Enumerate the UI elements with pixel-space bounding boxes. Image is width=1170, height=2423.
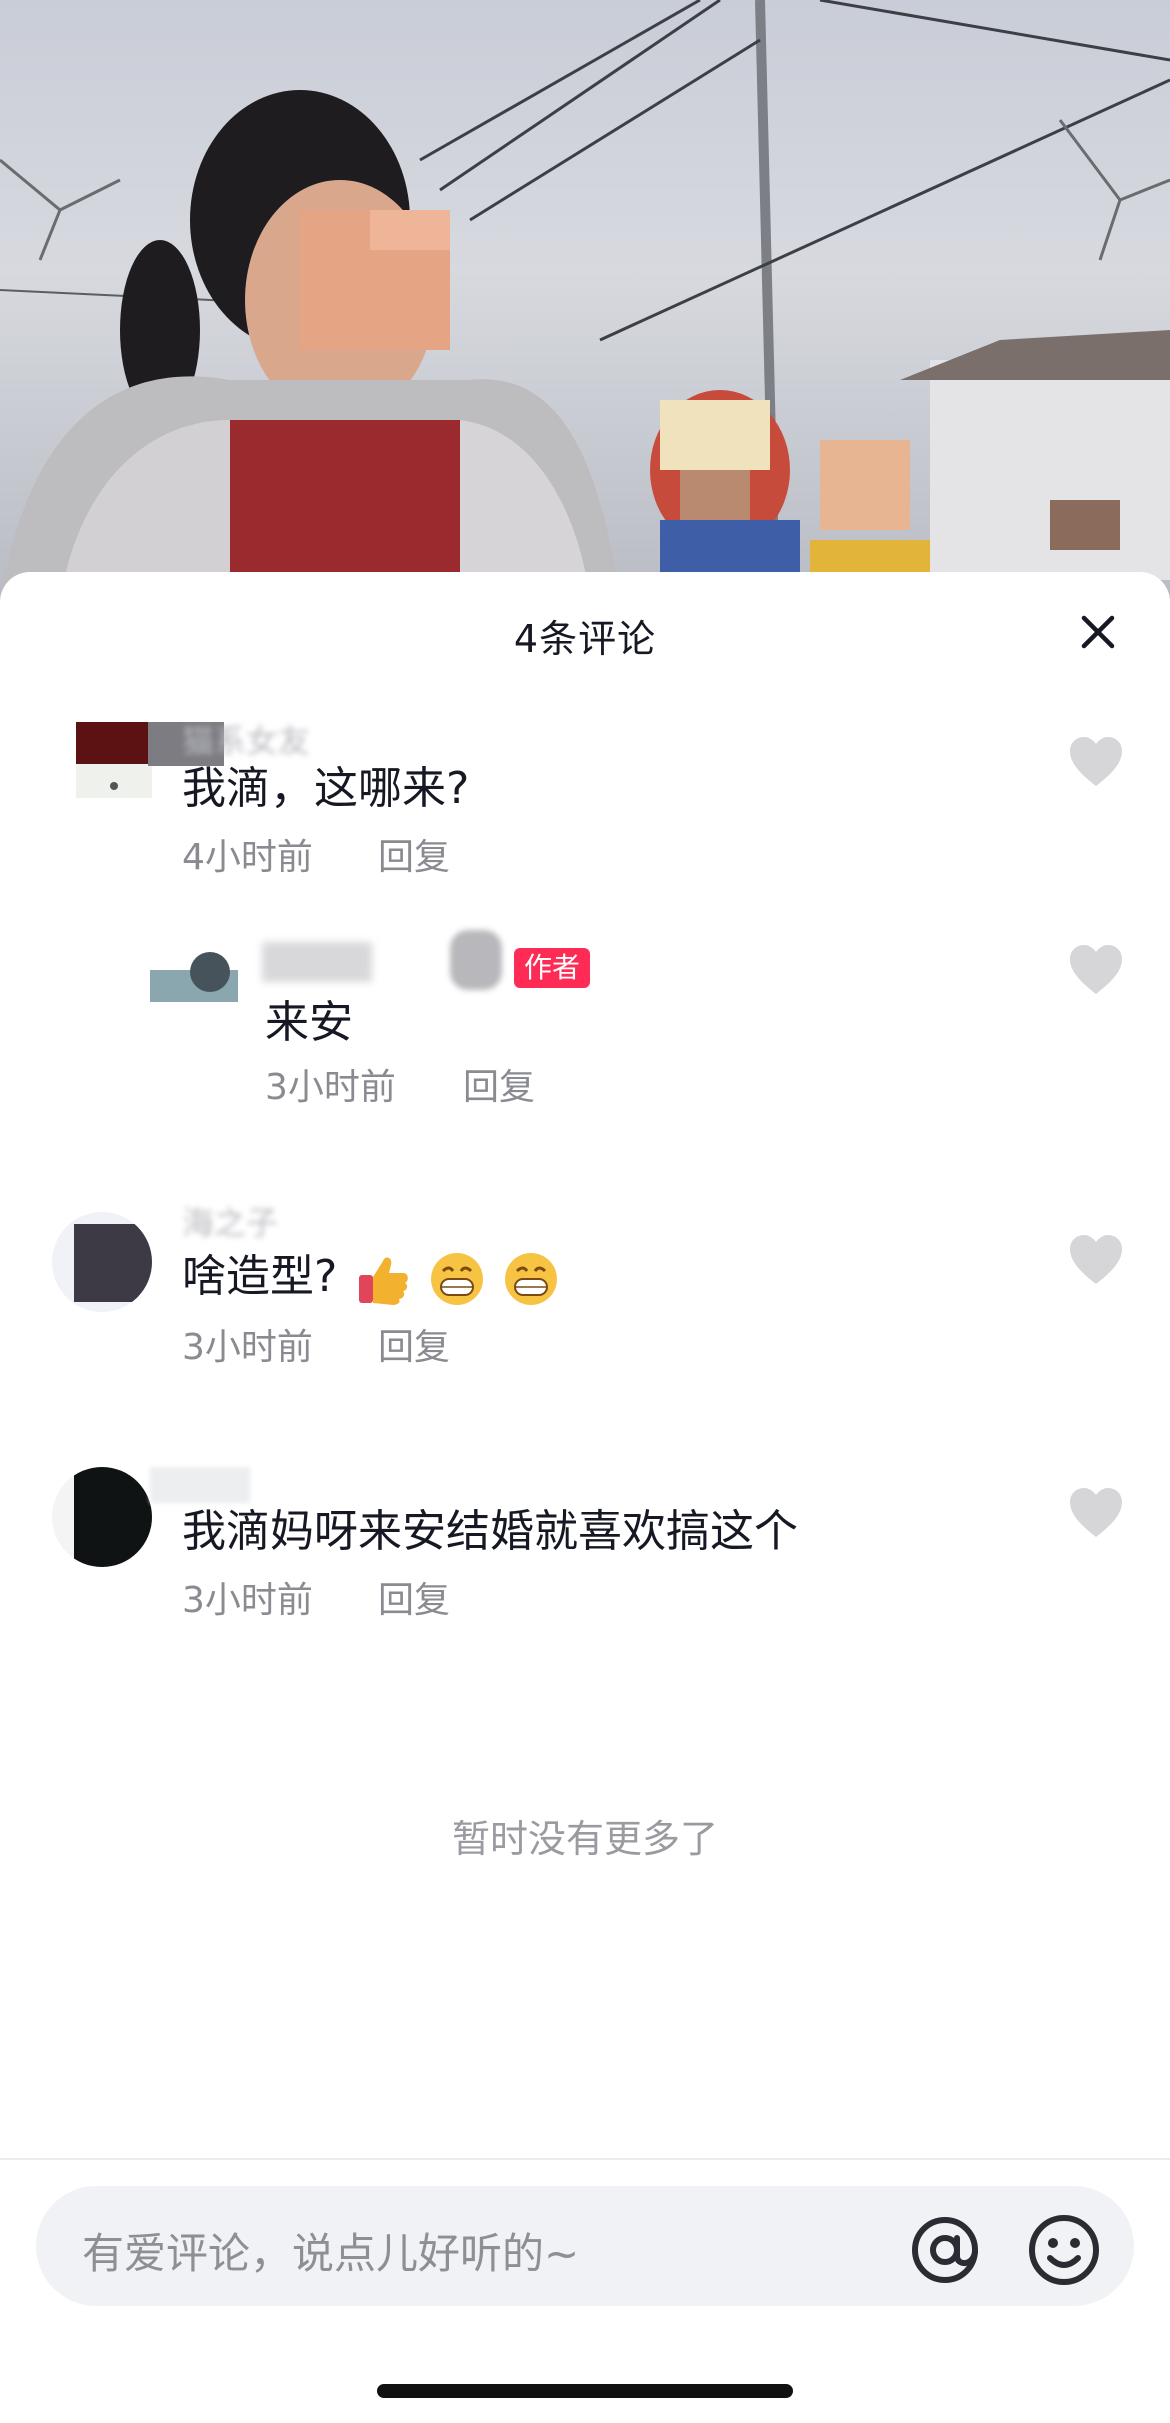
reply-button[interactable]: 回复: [463, 1058, 535, 1110]
avatar-image: [74, 1467, 152, 1567]
close-icon: [1081, 615, 1115, 649]
heart-icon: [1070, 737, 1122, 786]
comment-item: 海之子 啥造型? 3小时前 回复: [0, 1204, 1170, 1392]
like-button[interactable]: [1068, 1234, 1124, 1286]
no-more-text: 暂时没有更多了: [451, 1817, 718, 1861]
redacted-username[interactable]: [262, 942, 372, 982]
thumbs-up-emoji: [359, 1257, 409, 1305]
comment-sheet: 4条评论 猫系女友 我滴，这哪来? 4小时前 回复 作者 来安 3小时前 回复 …: [0, 572, 1170, 2423]
comment-text-content: 啥造型?: [182, 1251, 338, 1302]
comment-text: 来安: [265, 997, 353, 1048]
video-background: [0, 0, 1170, 600]
avatar[interactable]: [150, 950, 238, 1002]
redacted-block: [450, 930, 502, 990]
avatar-image: [74, 1224, 152, 1302]
reply-button[interactable]: 回复: [378, 1318, 450, 1370]
comment-count-title: 4条评论: [513, 617, 657, 661]
close-button[interactable]: [1076, 610, 1120, 654]
comment-time: 3小时前: [182, 1580, 313, 1621]
comment-reply-item: 作者 来安 3小时前 回复: [0, 930, 1170, 1112]
heart-icon: [1070, 1488, 1122, 1537]
home-indicator[interactable]: [377, 2384, 793, 2398]
comment-time: 3小时前: [265, 1067, 396, 1108]
at-icon: [912, 2217, 978, 2283]
comment-time: 4小时前: [182, 837, 313, 878]
username[interactable]: 海之子: [182, 1198, 278, 1244]
like-button[interactable]: [1068, 736, 1124, 788]
mention-button[interactable]: [905, 2210, 985, 2290]
comment-text: 我滴妈呀来安结婚就喜欢搞这个: [182, 1506, 798, 1557]
comment-time: 3小时前: [182, 1327, 313, 1368]
heart-icon: [1070, 945, 1122, 994]
avatar[interactable]: [52, 1467, 152, 1567]
grin-emoji: [431, 1253, 484, 1305]
heart-icon: [1070, 1235, 1122, 1284]
comment-text: 啥造型?: [182, 1240, 559, 1307]
avatar-image: [76, 722, 152, 798]
comment-item: 我滴妈呀来安结婚就喜欢搞这个 3小时前 回复: [0, 1467, 1170, 1647]
reply-button[interactable]: 回复: [378, 828, 450, 880]
avatar-image: [150, 950, 238, 1002]
like-button[interactable]: [1068, 1487, 1124, 1539]
comment-text: 我滴，这哪来?: [182, 763, 470, 814]
smiley-icon: [1029, 2215, 1099, 2285]
reply-button[interactable]: 回复: [378, 1571, 450, 1623]
like-button[interactable]: [1068, 944, 1124, 996]
divider: [0, 2158, 1170, 2160]
comment-input-placeholder: 有爱评论，说点儿好听的~: [82, 2229, 580, 2278]
grin-emoji: [505, 1253, 558, 1305]
avatar[interactable]: [76, 722, 152, 798]
avatar[interactable]: [52, 1212, 152, 1312]
comment-item: 猫系女友 我滴，这哪来? 4小时前 回复: [0, 722, 1170, 902]
author-badge: 作者: [514, 948, 591, 988]
emoji-button[interactable]: [1026, 2212, 1102, 2288]
